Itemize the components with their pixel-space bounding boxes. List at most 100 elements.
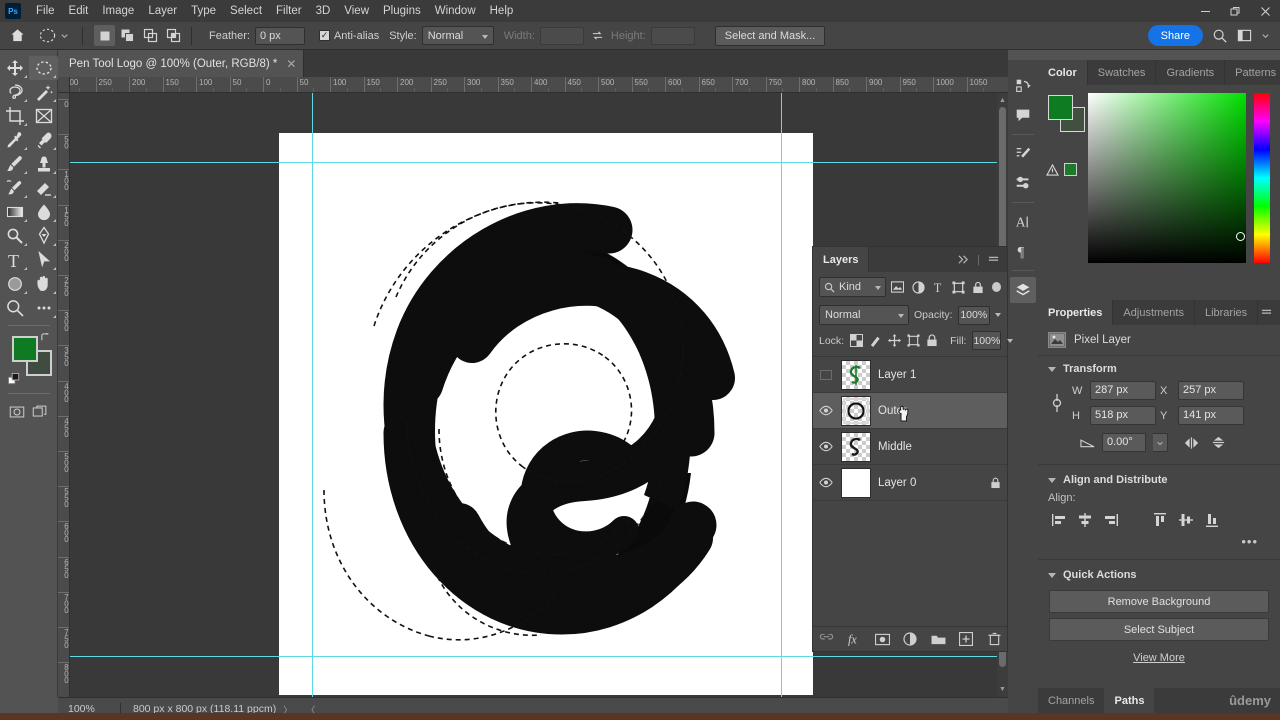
- h-input[interactable]: 518 px: [1090, 406, 1156, 425]
- tab-color[interactable]: Color: [1038, 60, 1088, 85]
- layer-row[interactable]: Middle: [813, 429, 1007, 465]
- lock-image-pixels-icon[interactable]: [869, 333, 882, 348]
- screen-mode-icon[interactable]: [31, 403, 49, 421]
- x-input[interactable]: 257 px: [1178, 381, 1244, 400]
- minimize-button[interactable]: [1190, 0, 1220, 22]
- scroll-up-icon[interactable]: ▲: [997, 95, 1008, 106]
- intersect-with-selection-button[interactable]: [163, 25, 184, 46]
- hue-strip[interactable]: [1254, 93, 1270, 263]
- filter-kind-select[interactable]: Kind: [819, 277, 886, 297]
- more-options-icon[interactable]: •••: [1038, 534, 1280, 557]
- type-tool[interactable]: T: [0, 248, 29, 272]
- foreground-color-swatch[interactable]: [12, 336, 38, 362]
- eraser-tool[interactable]: [29, 176, 58, 200]
- fill-input[interactable]: 100%: [972, 331, 1002, 350]
- magic-wand-tool[interactable]: [29, 80, 58, 104]
- w-input[interactable]: 287 px: [1090, 381, 1156, 400]
- move-tool[interactable]: [0, 56, 29, 80]
- layers-panel-icon[interactable]: [1010, 277, 1036, 303]
- lock-transparent-pixels-icon[interactable]: [850, 333, 864, 348]
- filter-toggle-switch[interactable]: [992, 282, 1002, 292]
- quick-actions-header[interactable]: Quick Actions: [1038, 562, 1280, 585]
- select-subject-button[interactable]: Select Subject: [1049, 618, 1269, 641]
- close-icon[interactable]: ✕: [286, 58, 296, 70]
- color-field[interactable]: [1088, 93, 1246, 263]
- layer-row[interactable]: Outer: [813, 393, 1007, 429]
- new-selection-button[interactable]: [94, 25, 115, 46]
- paragraph-panel-icon[interactable]: ¶: [1010, 238, 1036, 264]
- angle-dropdown-icon[interactable]: [1153, 433, 1168, 452]
- elliptical-marquee-tool[interactable]: [29, 56, 58, 80]
- character-panel-icon[interactable]: A: [1010, 209, 1036, 235]
- blend-mode-select[interactable]: Normal: [819, 305, 910, 325]
- menu-layer[interactable]: Layer: [141, 0, 184, 22]
- panel-menu-icon[interactable]: [987, 254, 1000, 265]
- current-tool-button[interactable]: [36, 26, 75, 45]
- eyedropper-tool[interactable]: [0, 128, 29, 152]
- tab-paths[interactable]: Paths: [1104, 688, 1155, 713]
- search-icon[interactable]: [1212, 28, 1228, 44]
- layer-visibility-toggle[interactable]: [817, 441, 834, 452]
- pen-tool[interactable]: [29, 224, 58, 248]
- layer-style-button[interactable]: fx: [847, 632, 862, 647]
- vertical-ruler[interactable]: 0 50 100 150 200 250 300 350 400 450 500 550 600 650 7…: [58, 93, 70, 697]
- filter-smart-object-icon[interactable]: [970, 278, 986, 296]
- swap-dimensions-icon[interactable]: [591, 29, 604, 42]
- crop-tool[interactable]: [0, 104, 29, 128]
- clone-stamp-tool[interactable]: [29, 152, 58, 176]
- tab-layers[interactable]: Layers: [813, 247, 870, 272]
- menu-type[interactable]: Type: [184, 0, 223, 22]
- menu-view[interactable]: View: [337, 0, 376, 22]
- tab-swatches[interactable]: Swatches: [1088, 60, 1157, 85]
- menu-file[interactable]: File: [29, 0, 62, 22]
- delete-layer-button[interactable]: [987, 632, 1002, 647]
- gamut-substitute-swatch[interactable]: [1064, 163, 1077, 176]
- tab-patterns[interactable]: Patterns: [1225, 60, 1280, 85]
- filter-type-icon[interactable]: T: [930, 278, 946, 296]
- workspace-switcher-icon[interactable]: [1237, 28, 1252, 43]
- edit-toolbar-tool[interactable]: [29, 296, 58, 320]
- sliders-panel-icon[interactable]: [1010, 170, 1036, 196]
- history-brush-tool[interactable]: [0, 176, 29, 200]
- align-horizontal-centers-icon[interactable]: [1074, 509, 1095, 530]
- anti-alias-checkbox[interactable]: ✓ Anti-alias: [318, 30, 379, 42]
- feather-input[interactable]: 0 px: [254, 26, 305, 45]
- menu-window[interactable]: Window: [428, 0, 483, 22]
- add-to-selection-button[interactable]: [117, 25, 138, 46]
- adjustments-panel-icon[interactable]: [1010, 141, 1036, 167]
- tab-libraries[interactable]: Libraries: [1195, 300, 1259, 325]
- remove-background-button[interactable]: Remove Background: [1049, 590, 1269, 613]
- tab-channels[interactable]: Channels: [1038, 688, 1104, 713]
- filter-shape-icon[interactable]: [950, 278, 966, 296]
- comments-panel-icon[interactable]: [1010, 102, 1036, 128]
- spot-healing-brush-tool[interactable]: [29, 128, 58, 152]
- panel-menu-icon[interactable]: [1260, 307, 1273, 318]
- menu-3d[interactable]: 3D: [309, 0, 338, 22]
- view-more-link[interactable]: View More: [1038, 646, 1280, 664]
- align-vertical-centers-icon[interactable]: [1175, 509, 1196, 530]
- layer-row[interactable]: Layer 1: [813, 357, 1007, 393]
- dodge-tool[interactable]: [0, 224, 29, 248]
- ellipse-shape-tool[interactable]: [0, 272, 29, 296]
- chevron-down-icon[interactable]: [1048, 366, 1056, 372]
- gradient-tool[interactable]: [0, 200, 29, 224]
- layer-thumbnail[interactable]: [841, 431, 871, 462]
- height-input[interactable]: [650, 26, 695, 45]
- opacity-input[interactable]: 100%: [957, 305, 990, 325]
- y-input[interactable]: 141 px: [1178, 406, 1244, 425]
- chevron-down-icon[interactable]: [1048, 477, 1056, 483]
- menu-help[interactable]: Help: [483, 0, 521, 22]
- double-chevron-right-icon[interactable]: [957, 254, 970, 265]
- home-button[interactable]: [0, 28, 34, 43]
- menu-filter[interactable]: Filter: [269, 0, 309, 22]
- width-input[interactable]: [539, 26, 584, 45]
- brush-tool[interactable]: [0, 152, 29, 176]
- restore-button[interactable]: [1220, 0, 1250, 22]
- tab-properties[interactable]: Properties: [1038, 300, 1114, 325]
- lock-position-icon[interactable]: [888, 333, 902, 348]
- path-selection-tool[interactable]: [29, 248, 58, 272]
- new-group-button[interactable]: [931, 632, 946, 647]
- lock-artboard-nesting-icon[interactable]: [907, 333, 920, 348]
- document-tab[interactable]: Pen Tool Logo @ 100% (Outer, RGB/8) * ✕: [58, 50, 305, 77]
- chevron-down-icon[interactable]: [1048, 572, 1056, 578]
